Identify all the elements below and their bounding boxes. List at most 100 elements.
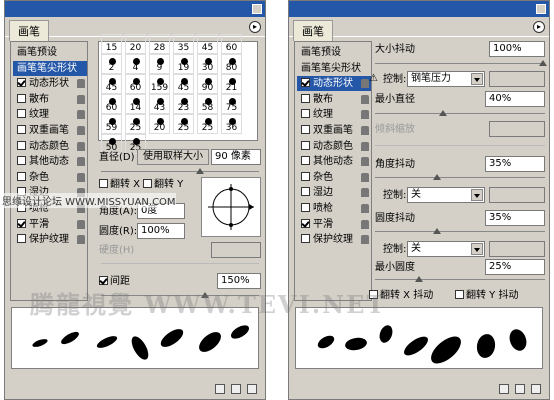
lock-icon[interactable] — [77, 219, 85, 229]
brush-tip[interactable]: 21 — [221, 74, 242, 94]
flip-y-option[interactable]: 翻转 Y — [143, 178, 183, 192]
sidebar-item[interactable]: 画笔笔尖形状 — [297, 61, 371, 76]
sidebar-item[interactable]: 平滑 — [297, 217, 371, 232]
sidebar-checkbox[interactable] — [301, 187, 310, 197]
lock-icon[interactable] — [361, 219, 369, 229]
lock-icon[interactable] — [77, 94, 85, 104]
sidebar-checkbox[interactable] — [301, 93, 310, 103]
size-jitter-field[interactable]: 100% — [489, 41, 545, 57]
sidebar-item[interactable]: 画笔笔尖形状 — [13, 60, 87, 76]
brush-tip[interactable]: 45 — [173, 74, 194, 94]
panel-title-bar[interactable] — [289, 1, 549, 17]
close-icon[interactable] — [252, 4, 262, 14]
size-jitter-slider[interactable] — [375, 60, 547, 66]
sidebar-item[interactable]: 散布 — [297, 92, 371, 107]
lock-icon[interactable] — [77, 141, 85, 151]
sidebar-item[interactable]: 画笔预设 — [297, 45, 371, 60]
diameter-field[interactable]: 90 像素 — [211, 149, 261, 165]
sidebar-item[interactable]: 画笔预设 — [13, 45, 87, 60]
sidebar-item[interactable]: 平滑 — [13, 217, 87, 232]
sidebar-item[interactable]: 保护纹理 — [297, 232, 371, 247]
brush-tip[interactable]: 30 — [197, 54, 218, 74]
eye-icon[interactable] — [215, 384, 225, 394]
brush-tip[interactable]: 45 — [197, 34, 218, 54]
flip-y-checkbox[interactable] — [143, 179, 152, 188]
sidebar-checkbox[interactable] — [17, 140, 26, 150]
brush-tip[interactable]: 58 — [197, 94, 218, 114]
sidebar-checkbox[interactable] — [301, 203, 310, 212]
chevron-down-icon[interactable] — [471, 189, 483, 201]
close-icon[interactable] — [536, 4, 546, 14]
use-sample-size-button[interactable]: 使用取样大小 — [137, 149, 209, 165]
sidebar-checkbox[interactable] — [301, 125, 310, 134]
brush-tip[interactable]: 20 — [125, 34, 146, 54]
brush-tip[interactable]: 159 — [149, 74, 170, 94]
trash-icon[interactable] — [247, 384, 257, 394]
flip-x-option[interactable]: 翻转 X — [99, 178, 140, 192]
min-diameter-slider[interactable] — [375, 110, 545, 116]
brush-tip[interactable]: 25 — [197, 114, 218, 134]
new-preset-icon[interactable] — [515, 384, 525, 394]
brush-tip[interactable]: 80 — [221, 54, 242, 74]
lock-icon[interactable] — [361, 235, 369, 245]
sidebar-checkbox[interactable] — [301, 218, 310, 228]
slider-thumb[interactable] — [415, 276, 423, 282]
sidebar-item[interactable]: 动态颜色 — [297, 139, 371, 154]
control-dropdown[interactable]: 钢笔压力 — [407, 71, 485, 87]
sidebar-checkbox[interactable] — [17, 109, 26, 119]
lock-icon[interactable] — [361, 204, 369, 213]
lock-icon[interactable] — [361, 188, 369, 198]
lock-icon[interactable] — [361, 141, 369, 151]
sidebar-item[interactable]: 纹理 — [13, 107, 87, 122]
sidebar-item[interactable]: 双重画笔 — [297, 123, 371, 138]
sidebar-checkbox[interactable] — [17, 93, 26, 103]
flip-y-jitter-option[interactable]: 翻转 Y 抖动 — [455, 289, 518, 303]
brush-tip[interactable]: 28 — [149, 34, 170, 54]
brush-tip-grid[interactable]: 15 20 28 35 45 60 2 4 9 19 30 80 45 60 159 45 90 21 60 14 43… — [98, 34, 258, 154]
sidebar-item[interactable]: 杂色 — [297, 170, 371, 185]
slider-thumb[interactable] — [433, 228, 441, 234]
sidebar-checkbox[interactable] — [17, 156, 26, 166]
brush-tip[interactable]: 59 — [101, 114, 122, 134]
brush-tip[interactable]: 14 — [125, 94, 146, 114]
slider-thumb[interactable] — [433, 174, 441, 180]
brush-tip[interactable]: 60 — [101, 94, 122, 114]
eye-icon[interactable] — [499, 384, 509, 394]
lock-icon[interactable] — [361, 79, 369, 89]
brush-tip[interactable]: 9 — [149, 54, 170, 74]
lock-icon[interactable] — [77, 126, 85, 135]
lock-icon[interactable] — [77, 79, 85, 89]
slider-thumb[interactable] — [439, 110, 447, 116]
lock-icon[interactable] — [77, 110, 85, 120]
brush-tip[interactable]: 25 — [173, 114, 194, 134]
lock-icon[interactable] — [361, 157, 369, 167]
brush-tip[interactable]: 60 — [125, 74, 146, 94]
sidebar-checkbox[interactable] — [301, 171, 310, 181]
spacing-checkbox[interactable] — [99, 276, 108, 285]
panel-title-bar[interactable] — [5, 1, 265, 17]
brush-tip[interactable]: 90 — [197, 74, 218, 94]
brush-tip[interactable]: 75 — [221, 94, 242, 114]
brush-tip[interactable]: 45 — [101, 74, 122, 94]
min-roundness-slider[interactable] — [375, 276, 545, 282]
lock-icon[interactable] — [361, 94, 369, 104]
sidebar-item[interactable]: 杂色 — [13, 170, 87, 185]
lock-icon[interactable] — [77, 172, 85, 182]
min-roundness-field[interactable]: 25% — [485, 259, 545, 275]
tab-brush[interactable]: 画笔 — [293, 20, 333, 41]
flip-x-checkbox[interactable] — [99, 179, 108, 188]
sidebar-checkbox[interactable] — [17, 125, 26, 134]
sidebar-checkbox[interactable] — [17, 218, 26, 228]
roundness-control-dropdown[interactable]: 关 — [407, 241, 485, 257]
brush-tip[interactable]: 15 — [101, 34, 122, 54]
sidebar-item[interactable]: 动态颜色 — [13, 139, 87, 154]
trash-icon[interactable] — [531, 384, 541, 394]
sidebar-item[interactable]: 保护纹理 — [13, 232, 87, 247]
brush-tip[interactable]: 60 — [221, 34, 242, 54]
brush-tip[interactable]: 36 — [221, 114, 242, 134]
sidebar-checkbox[interactable] — [301, 234, 310, 244]
chevron-down-icon[interactable] — [471, 73, 483, 85]
lock-icon[interactable] — [77, 235, 85, 245]
roundness-jitter-field[interactable]: 35% — [485, 210, 545, 226]
chevron-down-icon[interactable] — [471, 243, 483, 255]
